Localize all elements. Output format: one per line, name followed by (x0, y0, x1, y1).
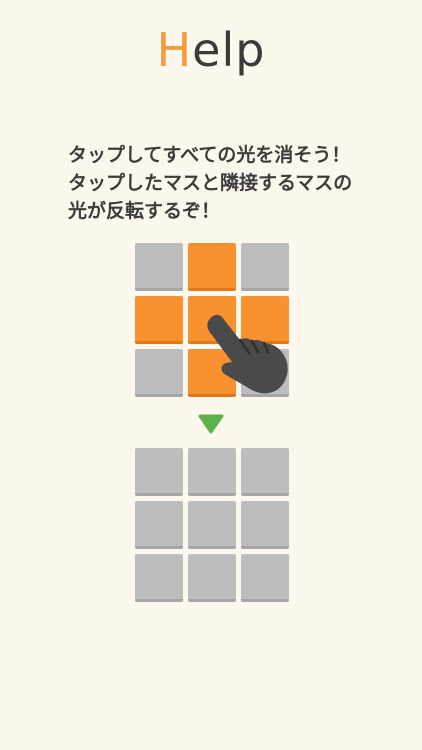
instruction-line-3: 光が反転するぞ！ (68, 200, 221, 222)
title-accent-letter: H (156, 23, 193, 77)
before-cell-0-1-on (188, 243, 236, 291)
instruction-line-2: タップしたマスと隣接するマスの (68, 172, 353, 194)
after-cell-0-0-off (135, 448, 183, 496)
before-cell-2-0-off (135, 349, 183, 397)
before-cell-0-0-off (135, 243, 183, 291)
example-grid-after (135, 448, 289, 602)
before-cell-1-0-on (135, 296, 183, 344)
tap-hand-icon (207, 314, 288, 394)
instructions: タップしてすべての光を消そう！ タップしたマスと隣接するマスの 光が反転するぞ！ (68, 141, 398, 225)
after-cell-2-1-off (188, 554, 236, 602)
after-cell-1-0-off (135, 501, 183, 549)
before-cell-0-2-off (241, 243, 289, 291)
page-title: Help (0, 20, 422, 80)
after-cell-2-0-off (135, 554, 183, 602)
after-cell-2-2-off (241, 554, 289, 602)
title-rest: elp (192, 23, 266, 77)
after-cell-1-2-off (241, 501, 289, 549)
instruction-line-1: タップしてすべての光を消そう！ (68, 144, 351, 166)
down-triangle-icon (198, 414, 224, 434)
after-cell-0-2-off (241, 448, 289, 496)
after-cell-0-1-off (188, 448, 236, 496)
after-cell-1-1-off (188, 501, 236, 549)
